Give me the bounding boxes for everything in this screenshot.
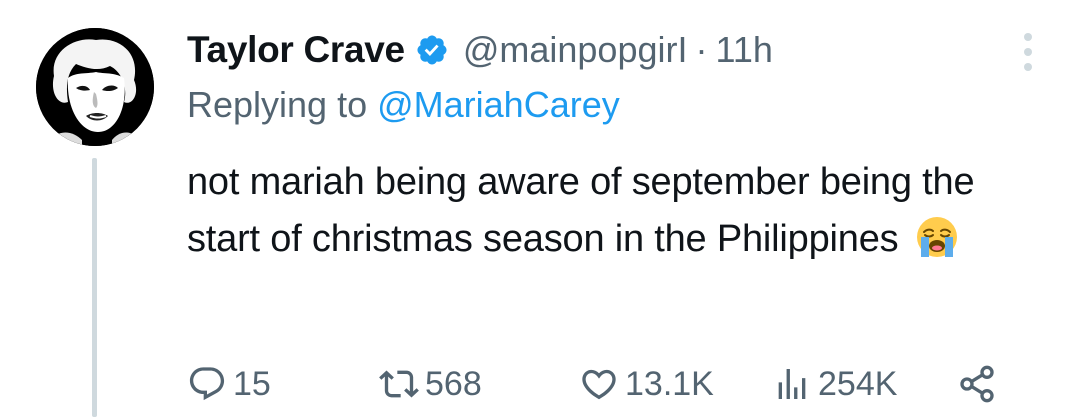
views-button[interactable]: 254K bbox=[772, 358, 897, 410]
retweet-icon bbox=[379, 370, 419, 398]
heart-icon bbox=[582, 369, 616, 400]
share-button[interactable] bbox=[957, 358, 997, 410]
tweet-text-block: not mariah being aware of september bein… bbox=[187, 154, 1057, 268]
retweet-count: 568 bbox=[425, 364, 482, 403]
reply-button[interactable]: 15 bbox=[187, 358, 271, 410]
views-icon bbox=[778, 369, 806, 399]
reply-icon bbox=[189, 367, 225, 401]
replying-prefix: Replying to bbox=[187, 84, 378, 125]
tweet-header: Taylor Crave @mainpopgirI · 11h bbox=[187, 22, 773, 78]
separator-dot: · bbox=[695, 29, 708, 70]
replying-to: Replying to @MariahCarey bbox=[187, 84, 620, 126]
loudly-crying-face-icon bbox=[916, 217, 957, 257]
share-icon bbox=[960, 365, 994, 403]
views-count: 254K bbox=[818, 364, 898, 403]
replying-to-link[interactable]: @MariahCarey bbox=[377, 84, 620, 125]
retweet-button[interactable]: 568 bbox=[379, 358, 482, 410]
action-bar: 15 568 13.1K 254K bbox=[187, 358, 1007, 410]
tweet-text: not mariah being aware of september bein… bbox=[187, 161, 975, 260]
verified-badge-icon bbox=[417, 35, 447, 65]
thread-line bbox=[92, 158, 97, 417]
reply-count: 15 bbox=[233, 364, 271, 403]
more-options-icon[interactable] bbox=[1018, 30, 1038, 74]
timestamp[interactable]: 11h bbox=[715, 29, 772, 71]
display-name[interactable]: Taylor Crave bbox=[187, 29, 405, 71]
like-button[interactable]: 13.1K bbox=[579, 358, 714, 410]
avatar[interactable] bbox=[36, 28, 154, 146]
like-count: 13.1K bbox=[625, 364, 714, 403]
user-handle[interactable]: @mainpopgirI bbox=[463, 29, 688, 71]
